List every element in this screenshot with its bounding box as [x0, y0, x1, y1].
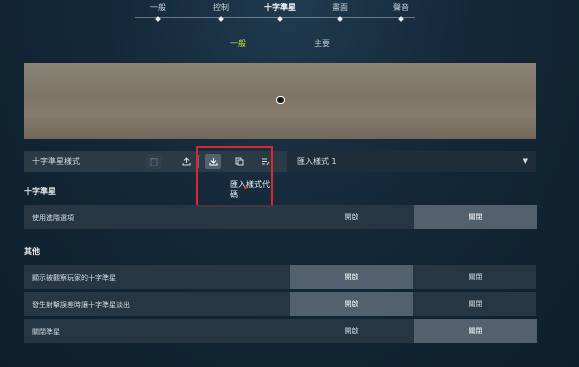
setting-label: 發生射擊誤差時讓十字準星淡出: [32, 301, 130, 309]
trash-icon: [150, 158, 158, 167]
nav-item-label: 聲音: [393, 3, 409, 12]
setting-row-disable-crosshair: 關閉準星 開啟 關閉: [24, 319, 537, 343]
nav-item-display[interactable]: 畫面: [310, 2, 370, 22]
option-on-button[interactable]: 開啟: [290, 292, 413, 316]
option-off-button[interactable]: 關閉: [414, 265, 537, 289]
nav-item-general[interactable]: 一般: [128, 2, 188, 22]
option-on-button[interactable]: 開啟: [290, 205, 413, 229]
top-nav: 一般 控制 十字準星 畫面 聲音: [0, 0, 579, 24]
option-off-button[interactable]: 關閉: [414, 319, 537, 343]
crosshair-preview-icon: [276, 96, 285, 104]
option-on-button[interactable]: 開啟: [290, 319, 413, 343]
export-button[interactable]: [178, 154, 194, 169]
nav-item-label: 畫面: [332, 3, 348, 12]
delete-button[interactable]: [146, 154, 162, 169]
nav-item-label: 控制: [213, 3, 229, 12]
style-select-value: 匯入樣式 1: [297, 157, 337, 166]
setting-label: 使用進階選項: [32, 214, 74, 222]
nav-item-crosshair[interactable]: 十字準星: [250, 2, 310, 22]
setting-row-fade-on-firing-error: 發生射擊誤差時讓十字準星淡出 開啟 關閉: [24, 292, 536, 316]
setting-label: 關閉準星: [32, 328, 60, 336]
upload-icon: [182, 157, 190, 166]
nav-item-label: 一般: [150, 3, 166, 12]
setting-row-show-spectated-crosshair: 顯示被觀察玩家的十字準星 開啟 關閉: [24, 265, 536, 289]
setting-label: 顯示被觀察玩家的十字準星: [32, 274, 116, 282]
cursor-dot: [244, 186, 247, 189]
nav-item-label: 十字準星: [264, 3, 296, 12]
sub-tab-general[interactable]: 一般: [208, 38, 268, 49]
crosshair-style-label: 十字準星樣式: [32, 157, 80, 166]
top-nav-line: [135, 17, 415, 18]
nav-item-sound[interactable]: 聲音: [371, 2, 431, 22]
section-title-other: 其他: [24, 247, 40, 256]
import-tooltip: 匯入樣式代碼: [230, 180, 270, 199]
setting-row-advanced: 使用進階選項 開啟 關閉: [24, 205, 537, 229]
option-on-button[interactable]: 開啟: [290, 265, 413, 289]
option-off-button[interactable]: 關閉: [414, 292, 537, 316]
crosshair-style-select[interactable]: 匯入樣式 1 ▼: [287, 151, 536, 172]
option-off-button[interactable]: 關閉: [414, 205, 537, 229]
nav-item-controls[interactable]: 控制: [191, 2, 251, 22]
section-title-crosshair: 十字準星: [24, 187, 56, 196]
chevron-down-icon: ▼: [522, 157, 528, 165]
sub-tab-primary[interactable]: 主要: [292, 38, 352, 49]
